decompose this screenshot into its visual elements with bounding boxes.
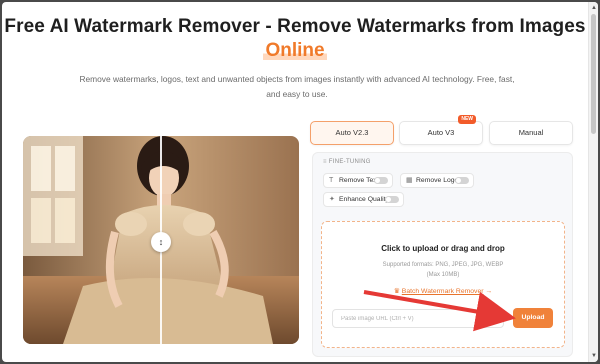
tab-label: Auto V2.3 xyxy=(335,128,369,137)
tab-auto-v3[interactable]: Auto V3 NEW xyxy=(399,115,483,145)
sliders-icon: ≡ xyxy=(323,159,327,165)
scroll-up-icon[interactable]: ▲ xyxy=(590,4,598,12)
page-subtitle: Remove watermarks, logos, text and unwan… xyxy=(79,74,515,99)
batch-remover-link[interactable]: ♛ Batch Watermark Remover → xyxy=(322,287,564,295)
before-after-preview[interactable]: ↕ xyxy=(23,136,299,344)
settings-upload-panel: ≡ FINE-TUNING T Remove Text ▦ Remove Logo … xyxy=(312,152,573,357)
tab-auto-v2-3[interactable]: Auto V2.3 xyxy=(310,121,394,145)
logo-icon: ▦ xyxy=(406,177,413,184)
upload-button[interactable]: Upload xyxy=(513,308,553,328)
remove-logo-toggle[interactable]: ▦ Remove Logo xyxy=(400,173,474,188)
toggle-switch[interactable] xyxy=(374,177,388,184)
tab-label: Manual xyxy=(518,128,544,137)
crown-icon: ♛ xyxy=(393,288,400,295)
scroll-down-icon[interactable]: ▼ xyxy=(590,352,598,360)
image-url-input[interactable] xyxy=(332,309,504,328)
scroll-thumb[interactable] xyxy=(591,14,596,134)
tab-label: Auto V3 xyxy=(427,128,455,137)
browser-page: Free AI Watermark Remover - Remove Water… xyxy=(2,2,598,362)
upload-drop-zone[interactable]: Click to upload or drag and drop Support… xyxy=(321,221,565,348)
fine-tuning-label: ≡ FINE-TUNING xyxy=(323,159,371,165)
upload-title: Click to upload or drag and drop xyxy=(381,244,505,253)
text-icon: T xyxy=(329,177,334,184)
new-badge: NEW xyxy=(458,115,476,124)
enhance-quality-toggle[interactable]: ✦ Enhance Quality xyxy=(323,192,404,207)
supported-formats: Supported formats: PNG, JPEG, JPG, WEBP … xyxy=(382,262,504,278)
toggle-switch[interactable] xyxy=(385,196,399,203)
toggle-switch[interactable] xyxy=(455,177,469,184)
compare-slider-handle[interactable]: ↕ xyxy=(151,232,171,252)
page-title: Free AI Watermark Remover - Remove Water… xyxy=(4,16,586,37)
page-title-accent: Online xyxy=(263,40,327,62)
vertical-scrollbar[interactable]: ▲ ▼ xyxy=(588,2,598,362)
sparkle-icon: ✦ xyxy=(329,196,335,203)
arrow-right-icon: → xyxy=(485,288,493,295)
tab-manual[interactable]: Manual xyxy=(489,121,573,145)
remove-text-toggle[interactable]: T Remove Text xyxy=(323,173,393,188)
